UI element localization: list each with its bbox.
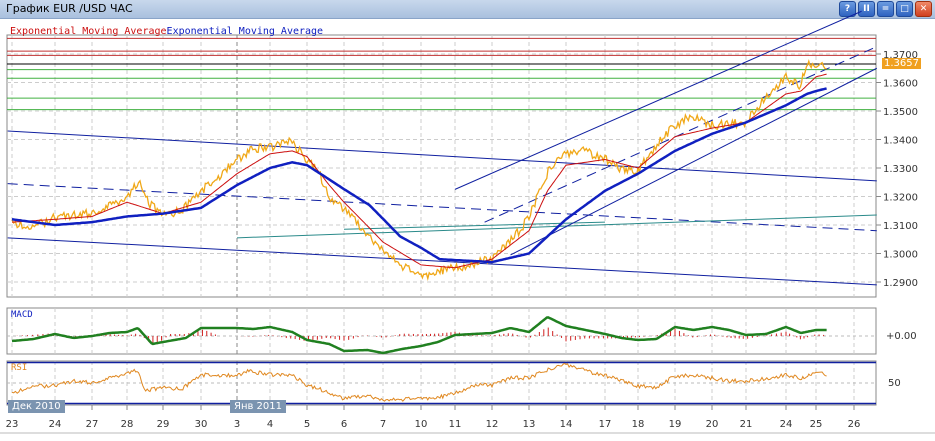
y-tick-label: 1.3200 [883,193,918,204]
x-tick-label: 7 [380,419,386,430]
x-tick-label: 24 [780,419,793,430]
x-tick-label: 30 [195,419,208,430]
x-tick-label: 5 [304,419,310,430]
rsi-label: RSI [11,363,28,373]
x-tick-label: 10 [415,419,428,430]
month-label-dec: Дек 2010 [8,400,65,413]
x-tick-label: 21 [740,419,753,430]
price-chart[interactable]: 23 24 27 28 29 30 3 4 5 6 7 10 11 12 13 14 17 18 19 20 21 24 2… [0,0,935,441]
y-tick-label: 1.3400 [883,136,918,147]
x-tick-label: 28 [121,419,134,430]
y-tick-label: 1.3100 [883,221,918,232]
legend-ema-fast: Exponential Moving Average [10,26,167,37]
y-tick-label: 1.3000 [883,250,918,261]
x-tick-label: 25 [810,419,823,430]
x-tick-label: 24 [49,419,62,430]
macd-label: MACD [11,310,33,320]
current-price-label: 1.3657 [882,58,921,69]
x-tick-label: 3 [234,419,240,430]
main-panel [6,34,877,298]
x-tick-label: 14 [560,419,573,430]
y-tick-label: 1.3500 [883,107,918,118]
y-tick-label: 1.3600 [883,79,918,90]
rsi-50-tick: 50 [888,378,901,389]
x-tick-label: 27 [86,419,99,430]
x-tick-label: 19 [669,419,682,430]
x-tick-label: 4 [267,419,273,430]
legend-ema-slow: Exponential Moving Average [166,26,324,37]
x-tick-label: 18 [632,419,645,430]
x-tick-label: 13 [523,419,536,430]
y-tick-label: 1.2900 [883,278,918,289]
x-tick-label: 23 [6,419,19,430]
macd-zero-tick: +0.00 [886,331,917,342]
x-tick-label: 17 [599,419,612,430]
x-tick-label: 12 [486,419,499,430]
x-tick-label: 29 [157,419,170,430]
month-label-jan: Янв 2011 [230,400,287,413]
y-tick-label: 1.3300 [883,164,918,175]
x-tick-label: 26 [848,419,861,430]
x-tick-label: 6 [341,419,347,430]
x-tick-label: 11 [449,419,462,430]
x-tick-label: 20 [706,419,719,430]
legend: Exponential Moving AverageExponential Mo… [10,26,323,37]
